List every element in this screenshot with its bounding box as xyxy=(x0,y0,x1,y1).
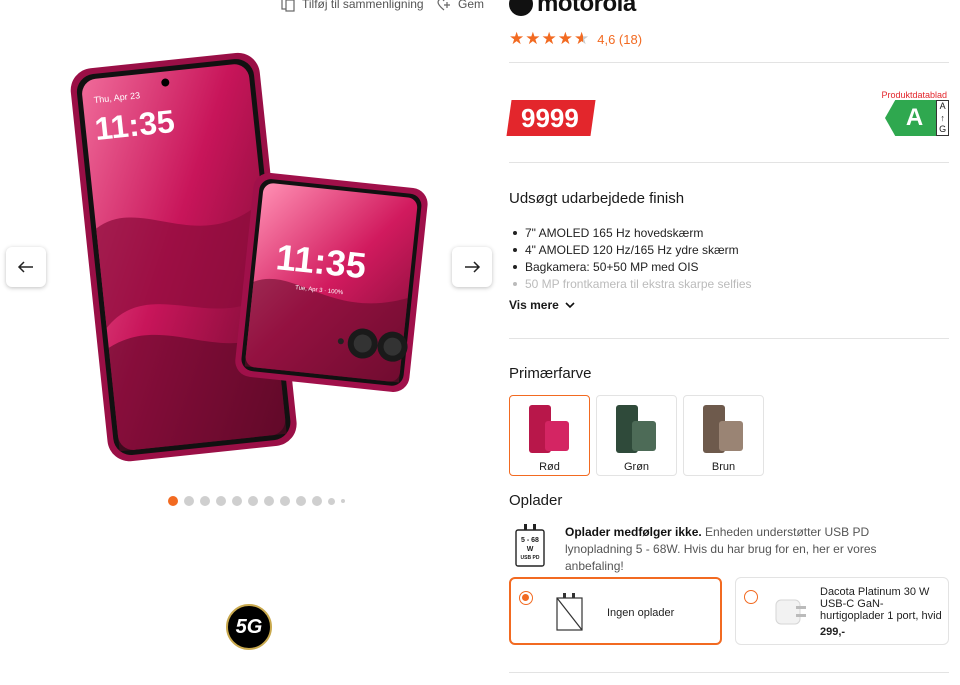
charger-price: 299,- xyxy=(820,626,846,638)
energy-scale-top: A xyxy=(939,101,946,111)
star-icon: ★ xyxy=(541,29,557,48)
star-icon: ★ xyxy=(525,29,541,48)
color-options: Rød Grøn Brun xyxy=(509,395,764,476)
rating[interactable]: ★ ★ ★ ★ ★ 4,6 (18) xyxy=(509,30,642,48)
gallery-dot[interactable] xyxy=(280,496,290,506)
energy-class: A xyxy=(885,100,937,136)
no-charger-label: Ingen oplader xyxy=(607,607,675,619)
gallery-dot[interactable] xyxy=(296,496,306,506)
charger-description: Oplader medfølger ikke. Enheden understø… xyxy=(565,524,935,575)
gallery-prev-button[interactable] xyxy=(6,247,46,287)
color-title: Primærfarve xyxy=(509,365,592,382)
list-item: 7" AMOLED 165 Hz hovedskærm xyxy=(513,224,752,241)
gallery-dot[interactable] xyxy=(200,496,210,506)
charger-name: Dacota Platinum 30 W USB-C GaN-hurtigopl… xyxy=(820,586,942,622)
charger-icon-usb: USB PD xyxy=(520,555,540,561)
color-option-green[interactable]: Grøn xyxy=(596,395,677,476)
divider xyxy=(509,162,949,163)
no-charger-option[interactable]: Ingen oplader xyxy=(509,577,722,645)
energy-label[interactable]: A A ↑ G xyxy=(885,100,949,136)
color-label: Brun xyxy=(711,461,736,473)
gallery-dot[interactable] xyxy=(232,496,242,506)
motorola-logo-icon xyxy=(509,0,533,16)
divider xyxy=(509,338,949,339)
star-icon: ★ xyxy=(557,29,573,48)
phone-thumbnail xyxy=(702,405,743,453)
show-more-label: Vis mere xyxy=(509,298,559,312)
recommended-charger-option[interactable]: Dacota Platinum 30 W USB-C GaN-hurtigopl… xyxy=(735,577,949,645)
brand-link[interactable]: motorola xyxy=(509,0,636,18)
gallery-dot[interactable] xyxy=(312,496,322,506)
arrow-left-icon xyxy=(17,261,33,273)
charger-icon-range: 5 - 68 xyxy=(521,537,539,544)
features-title: Udsøgt udarbejdede finish xyxy=(509,190,685,207)
charger-spec-icon: 5 - 68 W USB PD xyxy=(509,524,551,568)
features-list: 7" AMOLED 165 Hz hovedskærm 4" AMOLED 12… xyxy=(513,224,752,292)
product-image: Thu, Apr 23 11:35 11:35 Tue, Apr 3 · 100… xyxy=(70,52,428,462)
list-item: 50 MP frontkamera til ekstra skarpe self… xyxy=(513,275,752,292)
price-tag: 9999 xyxy=(506,100,596,136)
no-charger-icon xyxy=(556,593,583,631)
phone-thumbnail xyxy=(528,405,569,453)
gallery-next-button[interactable] xyxy=(452,247,492,287)
list-item: 4" AMOLED 120 Hz/165 Hz ydre skærm xyxy=(513,241,752,258)
color-label: Grøn xyxy=(623,461,650,473)
gallery-dot[interactable] xyxy=(184,496,194,506)
gallery-dot[interactable] xyxy=(264,496,274,506)
radio-unselected[interactable] xyxy=(744,590,758,604)
rating-count: 4,6 (18) xyxy=(597,31,643,47)
chevron-down-icon xyxy=(565,302,575,309)
gallery-dot[interactable] xyxy=(216,496,226,506)
phone-thumbnail xyxy=(615,405,656,453)
energy-scale: A ↑ G xyxy=(936,100,949,136)
color-label: Rød xyxy=(539,461,560,473)
charger-note: Oplader medfølger ikke. xyxy=(565,525,702,539)
product-datasheet-link[interactable]: Produktdatablad xyxy=(881,90,947,100)
charger-info: 5 - 68 W USB PD Oplader medfølger ikke. … xyxy=(509,524,935,575)
star-rating: ★ ★ ★ ★ ★ xyxy=(509,30,589,48)
brand-name: motorola xyxy=(537,0,636,17)
list-item: Bagkamera: 50+50 MP med OIS xyxy=(513,258,752,275)
gallery-dot[interactable] xyxy=(328,497,335,505)
product-gallery: Thu, Apr 23 11:35 11:35 Tue, Apr 3 · 100… xyxy=(0,0,500,685)
star-half-icon: ★ xyxy=(574,29,590,48)
arrow-right-icon xyxy=(465,261,481,273)
charger-icon-unit: W xyxy=(526,546,534,553)
gallery-dot[interactable] xyxy=(248,496,258,506)
charger-product-image xyxy=(775,599,806,625)
price-amount: 9999 xyxy=(521,103,579,133)
divider xyxy=(509,672,949,673)
gallery-dot[interactable] xyxy=(168,496,178,506)
color-option-brown[interactable]: Brun xyxy=(683,395,764,476)
5g-badge: 5G xyxy=(226,604,272,650)
color-option-red[interactable]: Rød xyxy=(509,395,590,476)
arrow-up-icon: ↑ xyxy=(940,112,945,123)
star-icon: ★ xyxy=(509,29,525,48)
gallery-dot[interactable] xyxy=(341,499,345,503)
radio-selected[interactable] xyxy=(519,591,533,605)
charger-title: Oplader xyxy=(509,492,563,509)
show-more-button[interactable]: Vis mere xyxy=(509,298,575,312)
divider xyxy=(509,62,949,63)
gallery-pagination xyxy=(168,496,345,506)
energy-scale-bottom: G xyxy=(939,124,947,134)
